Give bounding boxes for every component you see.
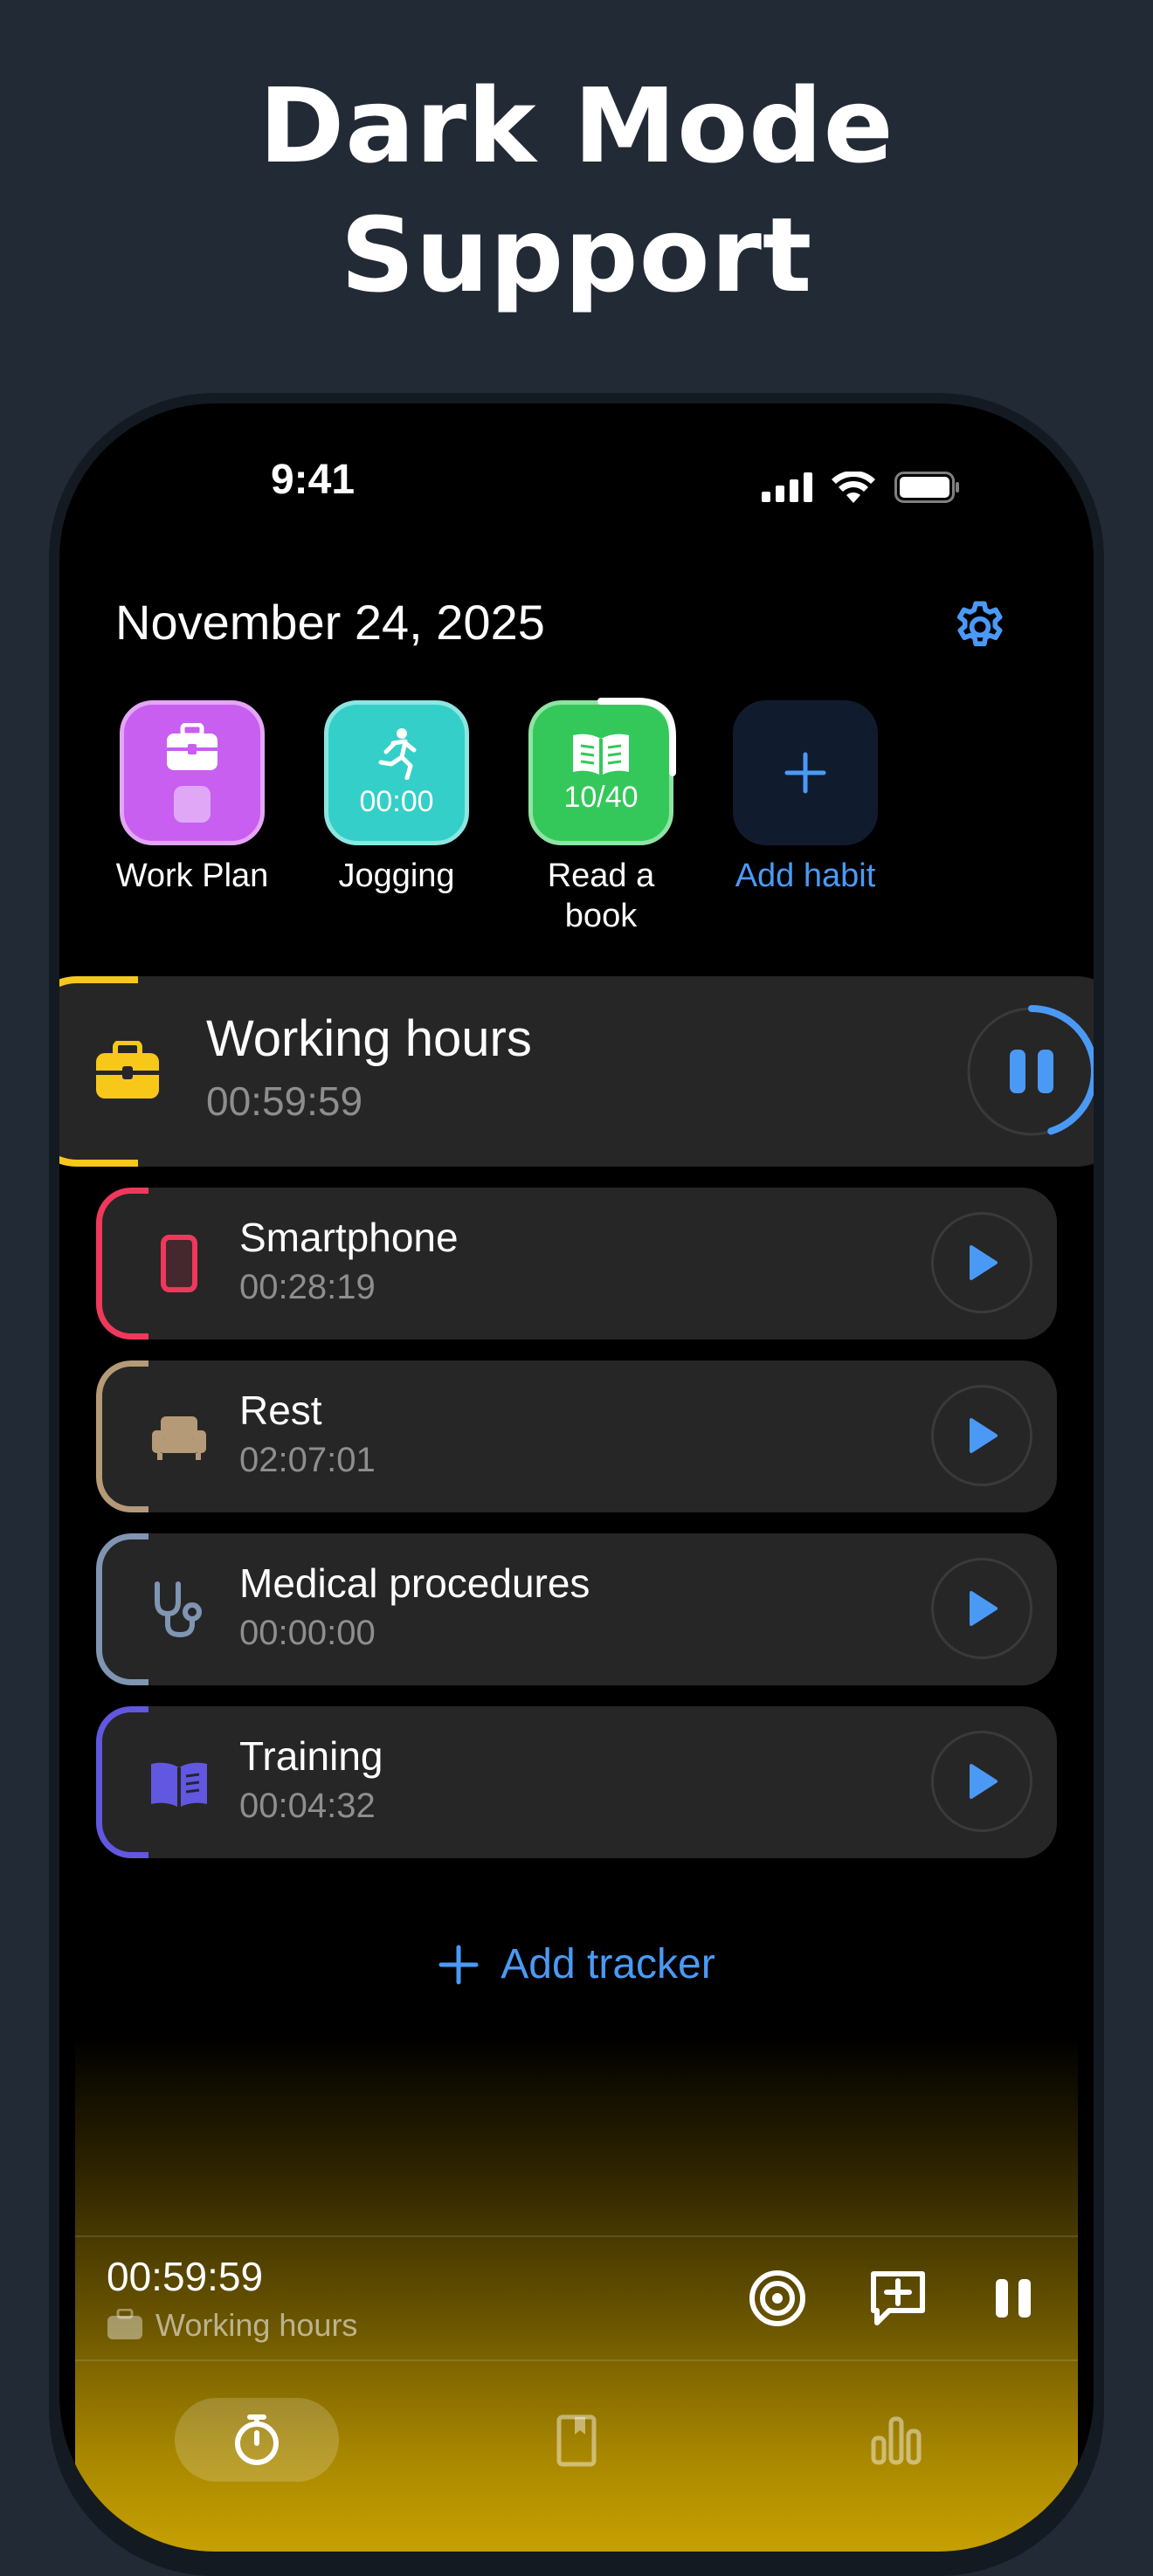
- habit-checkbox[interactable]: [174, 786, 211, 823]
- plus-icon: [784, 752, 826, 794]
- phone-screen: 9:41 November 24, 2025 Work Plan 00:00 J…: [59, 403, 1094, 2552]
- briefcase-icon: [107, 2309, 142, 2339]
- add-habit-button[interactable]: Add habit: [727, 700, 884, 896]
- armchair-icon: [152, 1416, 206, 1460]
- tracker-time: 00:00:00: [239, 1614, 376, 1652]
- bookmark-book-icon[interactable]: [549, 2412, 604, 2468]
- headline: Dark Mode Support: [0, 61, 1153, 320]
- running-icon: [378, 727, 417, 780]
- tracker-name: Rest: [239, 1388, 322, 1433]
- stethoscope-icon: [155, 1581, 202, 1638]
- active-tracker-card[interactable]: [59, 976, 1094, 1167]
- play-button[interactable]: [931, 1385, 1032, 1486]
- play-button[interactable]: [931, 1731, 1032, 1832]
- tracker-time: 02:07:01: [239, 1441, 376, 1479]
- tracker-name: Training: [239, 1733, 383, 1779]
- habit-jogging[interactable]: 00:00 Jogging: [318, 700, 475, 896]
- habit-tile: 10/40: [528, 698, 676, 845]
- habit-work-plan[interactable]: Work Plan: [114, 700, 271, 896]
- habit-tile: [733, 700, 878, 845]
- habit-label: Read a book: [547, 858, 655, 934]
- active-tracker-time: 00:59:59: [206, 1078, 363, 1124]
- smartphone-icon: [161, 1235, 197, 1292]
- mini-player-label: Working hours: [155, 2307, 358, 2343]
- status-icons: [762, 472, 961, 503]
- active-tracker-name: Working hours: [206, 1010, 532, 1067]
- tracker-time: 00:04:32: [239, 1787, 376, 1825]
- tracker-accent: [96, 1188, 148, 1340]
- status-time: 9:41: [270, 457, 356, 503]
- progress-ring-icon: [597, 698, 676, 776]
- play-button[interactable]: [931, 1212, 1032, 1313]
- play-icon: [970, 1591, 998, 1626]
- habit-value: 00:00: [359, 784, 434, 818]
- play-icon: [970, 1418, 998, 1453]
- habit-label: Work Plan: [115, 858, 269, 894]
- tracker-accent: [96, 1533, 148, 1685]
- briefcase-icon: [96, 1041, 159, 1099]
- tracker-name: Medical procedures: [239, 1560, 590, 1606]
- pause-button[interactable]: [963, 1002, 1094, 1140]
- play-button[interactable]: [931, 1558, 1032, 1659]
- play-icon: [970, 1245, 998, 1280]
- habit-tile: 00:00: [324, 700, 469, 845]
- habit-read-a-book[interactable]: 10/40 Read a book: [522, 698, 680, 936]
- tracker-row-training[interactable]: Training 00:04:32: [96, 1706, 1057, 1858]
- habit-label: Jogging: [338, 858, 455, 894]
- tracker-row-smartphone[interactable]: Smartphone 00:28:19: [96, 1188, 1057, 1340]
- gear-icon[interactable]: [950, 597, 1010, 657]
- bar-chart-icon[interactable]: [868, 2412, 924, 2468]
- tracker-row-rest[interactable]: Rest 02:07:01: [96, 1360, 1057, 1512]
- tracker-name: Smartphone: [239, 1215, 459, 1260]
- habit-label: Add habit: [735, 858, 876, 894]
- date-title: November 24, 2025: [115, 595, 545, 650]
- tracker-accent: [96, 1360, 148, 1512]
- headline-line-2: Support: [340, 195, 813, 315]
- tracker-row-medical-procedures[interactable]: Medical procedures 00:00:00: [96, 1533, 1057, 1685]
- mini-player-time: 00:59:59: [107, 2254, 264, 2299]
- tracker-time: 00:28:19: [239, 1268, 376, 1306]
- tracker-accent: [96, 1706, 148, 1858]
- add-note-icon[interactable]: [866, 2267, 929, 2330]
- plus-icon: [438, 1945, 479, 1984]
- add-tracker-button[interactable]: Add tracker: [59, 1940, 1094, 1988]
- book-open-icon: [151, 1762, 207, 1808]
- habit-tile: [120, 700, 265, 845]
- battery-icon: [894, 472, 959, 503]
- divider: [75, 2359, 1078, 2361]
- add-tracker-label: Add tracker: [501, 1941, 715, 1987]
- signal-icon: [762, 472, 812, 502]
- headline-line-1: Dark Mode: [259, 65, 894, 186]
- stopwatch-icon[interactable]: [229, 2412, 285, 2468]
- briefcase-icon: [167, 723, 217, 770]
- target-icon[interactable]: [746, 2267, 809, 2330]
- wifi-icon: [832, 472, 875, 503]
- play-icon: [970, 1764, 998, 1799]
- divider: [75, 2235, 1078, 2237]
- pause-icon[interactable]: [982, 2267, 1045, 2330]
